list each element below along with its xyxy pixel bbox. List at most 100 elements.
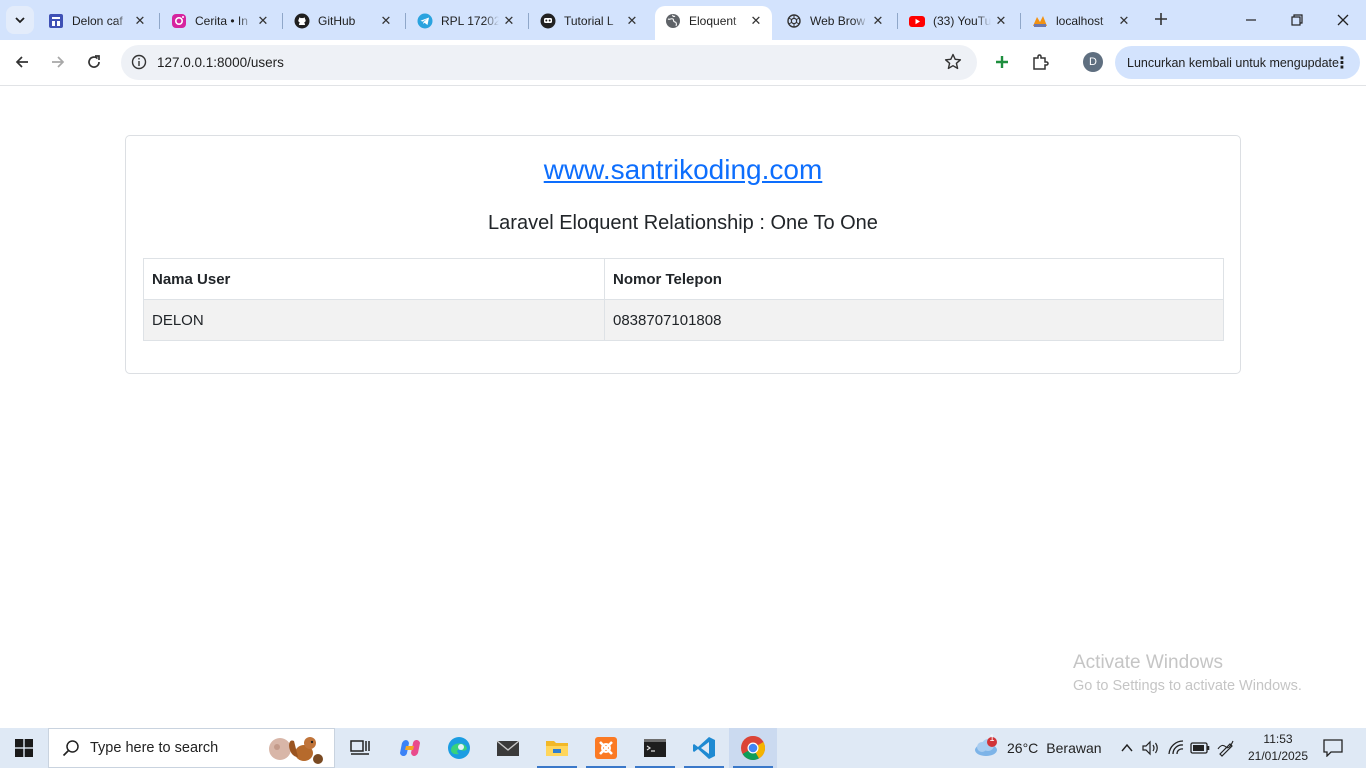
tab-title: Delon caf <box>72 14 123 28</box>
tab-separator <box>897 13 898 29</box>
profile-avatar[interactable]: D <box>1083 52 1103 72</box>
tab-search-button[interactable] <box>6 6 34 34</box>
taskbar: Type here to search 1 26°C Berawan 11:53… <box>0 728 1366 768</box>
volume-icon[interactable] <box>1140 736 1162 760</box>
tab-separator <box>282 13 283 29</box>
youtube-icon <box>909 13 925 29</box>
wifi-icon[interactable] <box>1165 736 1187 760</box>
mail-icon <box>496 740 520 756</box>
tab-github[interactable]: GitHub ✕ <box>284 6 402 36</box>
weather-badge: 1 <box>989 733 995 743</box>
search-highlight-squirrel-icon <box>269 737 323 764</box>
relaunch-update-button[interactable]: Luncurkan kembali untuk mengupdate ⋮ <box>1115 46 1360 79</box>
url-text[interactable]: 127.0.0.1:8000/users <box>157 55 284 70</box>
close-tab-icon[interactable]: ✕ <box>499 11 519 31</box>
close-icon <box>1337 14 1349 26</box>
edge-button[interactable] <box>435 728 483 768</box>
weather-condition: Berawan <box>1046 740 1102 756</box>
forward-button[interactable] <box>43 47 73 77</box>
tab-separator <box>1020 13 1021 29</box>
close-tab-icon[interactable]: ✕ <box>1114 11 1134 31</box>
github-icon <box>294 13 310 29</box>
copilot-button[interactable] <box>386 728 434 768</box>
new-tab-button[interactable] <box>1150 8 1172 30</box>
close-tab-icon[interactable]: ✕ <box>622 11 642 31</box>
site-info-icon[interactable] <box>129 52 149 72</box>
task-view-button[interactable] <box>336 728 384 768</box>
taskbar-search-box[interactable]: Type here to search <box>48 728 335 768</box>
forms-icon <box>48 13 64 29</box>
tab-separator <box>528 13 529 29</box>
search-placeholder: Type here to search <box>90 740 219 756</box>
tab-web-browser[interactable]: Web Brow ✕ <box>776 6 894 36</box>
search-icon <box>62 740 79 757</box>
terminal-icon <box>644 739 666 757</box>
chevron-down-icon <box>15 17 25 24</box>
close-tab-icon[interactable]: ✕ <box>130 11 150 31</box>
phpmyadmin-icon <box>1032 13 1048 29</box>
more-menu-icon[interactable]: ⋮ <box>1334 53 1350 73</box>
restore-button[interactable] <box>1274 0 1320 40</box>
start-button[interactable] <box>0 728 48 768</box>
notification-center-button[interactable] <box>1320 736 1346 760</box>
pen-icon[interactable] <box>1215 736 1237 760</box>
restore-icon <box>1291 14 1303 26</box>
instagram-icon <box>171 13 187 29</box>
battery-icon[interactable] <box>1189 736 1211 760</box>
clock-time: 11:53 <box>1263 732 1293 746</box>
chrome-icon <box>741 735 766 761</box>
cell-nomor-telepon: 0838707101808 <box>604 299 1224 341</box>
show-hidden-icons-button[interactable] <box>1116 736 1138 760</box>
plus-icon <box>1155 13 1167 25</box>
task-view-icon <box>350 740 370 755</box>
tab-title: RPL 17202 <box>441 14 499 28</box>
minimize-icon <box>1246 19 1256 21</box>
tab-strip: Delon caf ✕ Cerita • In ✕ GitHub ✕ RPL 1… <box>0 0 1366 40</box>
tab-separator <box>405 13 406 29</box>
reload-icon <box>88 55 100 68</box>
system-clock[interactable]: 11:53 21/01/2025 <box>1244 731 1312 765</box>
file-explorer-button[interactable] <box>533 728 581 768</box>
page-subtitle: Laravel Eloquent Relationship : One To O… <box>488 212 878 234</box>
chevron-up-icon <box>1121 743 1133 752</box>
reload-button[interactable] <box>79 47 109 77</box>
bookmark-star-icon[interactable] <box>943 52 963 72</box>
extension-plus-icon[interactable] <box>990 50 1014 74</box>
telegram-icon <box>417 13 433 29</box>
vscode-button[interactable] <box>680 728 728 768</box>
close-tab-icon[interactable]: ✕ <box>868 11 888 31</box>
activate-windows-watermark: Activate Windows Go to Settings to activ… <box>1073 652 1302 694</box>
tab-youtube[interactable]: (33) YouTu ✕ <box>899 6 1017 36</box>
tab-instagram[interactable]: Cerita • In ✕ <box>161 6 279 36</box>
close-tab-icon[interactable]: ✕ <box>991 11 1011 31</box>
tab-delon[interactable]: Delon caf ✕ <box>38 6 156 36</box>
tab-localhost[interactable]: localhost ✕ <box>1022 6 1140 36</box>
watermark-subtitle: Go to Settings to activate Windows. <box>1073 678 1302 694</box>
close-window-button[interactable] <box>1320 0 1366 40</box>
globe-icon <box>665 13 681 29</box>
xampp-button[interactable] <box>582 728 630 768</box>
address-bar[interactable]: 127.0.0.1:8000/users <box>121 45 977 80</box>
table-row: DELON 0838707101808 <box>143 299 1224 341</box>
weather-temp: 26°C <box>1007 740 1039 756</box>
site-link[interactable]: www.santrikoding.com <box>126 154 1240 186</box>
vscode-icon <box>693 737 715 759</box>
chrome-button[interactable] <box>729 728 777 768</box>
close-tab-icon[interactable]: ✕ <box>253 11 273 31</box>
tab-telegram[interactable]: RPL 17202 ✕ <box>407 6 525 36</box>
back-button[interactable] <box>7 47 37 77</box>
tab-title: GitHub <box>318 14 356 28</box>
tab-title: Tutorial L <box>564 14 614 28</box>
relaunch-label: Luncurkan kembali untuk mengupdate <box>1127 55 1339 70</box>
weather-widget[interactable]: 1 26°C Berawan <box>973 733 1103 760</box>
windows-logo-icon <box>15 739 33 757</box>
mail-button[interactable] <box>484 728 532 768</box>
tab-tutorial[interactable]: Tutorial L ✕ <box>530 6 648 36</box>
cell-nama-user: DELON <box>143 299 605 341</box>
tab-eloquent[interactable]: Eloquent ✕ <box>655 6 772 40</box>
minimize-button[interactable] <box>1228 0 1274 40</box>
close-tab-icon[interactable]: ✕ <box>746 11 766 31</box>
close-tab-icon[interactable]: ✕ <box>376 11 396 31</box>
extensions-puzzle-icon[interactable] <box>1028 50 1052 74</box>
terminal-button[interactable] <box>631 728 679 768</box>
